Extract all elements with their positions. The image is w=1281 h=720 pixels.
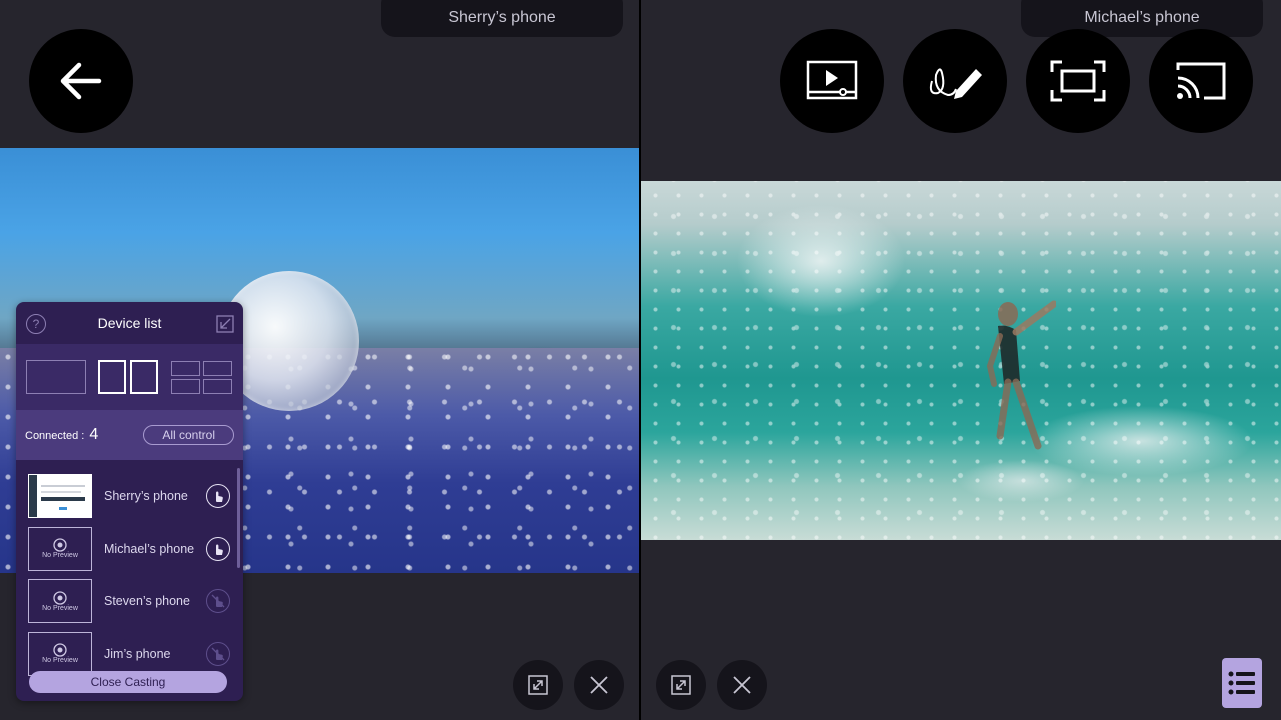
- video-player-button[interactable]: [780, 29, 884, 133]
- cast-icon: [1176, 62, 1226, 100]
- right-device-name: Michael’s phone: [1084, 8, 1200, 26]
- help-icon[interactable]: ?: [26, 314, 46, 334]
- device-list-menu-button[interactable]: [1222, 658, 1262, 708]
- fullscreen-icon: [1050, 60, 1106, 102]
- eye-icon: [53, 591, 67, 605]
- device-row-sherry[interactable]: Sherry’s phone: [16, 470, 243, 523]
- left-close-button[interactable]: [574, 660, 624, 710]
- close-casting-button[interactable]: Close Casting: [29, 671, 227, 693]
- no-preview-label: No Preview: [42, 552, 78, 560]
- device-list-panel: ? Device list Connected : 4 All control: [16, 302, 243, 701]
- back-button[interactable]: [29, 29, 133, 133]
- right-cast-image: [641, 181, 1281, 540]
- left-device-name-tab: Sherry’s phone: [381, 0, 623, 37]
- expand-icon: [528, 675, 548, 695]
- eye-icon: [53, 538, 67, 552]
- device-row-steven[interactable]: No Preview Steven’s phone: [16, 575, 243, 628]
- left-expand-button[interactable]: [513, 660, 563, 710]
- touch-control-icon[interactable]: [206, 536, 230, 561]
- right-cast-pane: Michael’s phone: [641, 0, 1281, 720]
- cast-button[interactable]: [1149, 29, 1253, 133]
- device-list-title: Device list: [97, 315, 162, 331]
- right-expand-button[interactable]: [656, 660, 706, 710]
- surfer-figure: [986, 300, 1056, 450]
- no-preview-label: No Preview: [42, 657, 78, 665]
- layout-single[interactable]: [26, 360, 87, 394]
- expand-icon: [671, 675, 691, 695]
- connected-row: Connected : 4 All control: [16, 410, 243, 460]
- connected-status: Connected : 4: [25, 426, 98, 444]
- close-icon: [733, 676, 751, 694]
- connected-label: Connected :: [25, 430, 85, 442]
- right-close-button[interactable]: [717, 660, 767, 710]
- draw-button[interactable]: [903, 29, 1007, 133]
- device-row-michael[interactable]: No Preview Michael’s phone: [16, 523, 243, 576]
- device-no-preview-thumbnail: No Preview: [28, 526, 92, 571]
- touch-control-disabled-icon[interactable]: [206, 589, 230, 614]
- device-no-preview-thumbnail: No Preview: [28, 631, 92, 676]
- device-list-header: ? Device list: [16, 302, 243, 344]
- device-preview-thumbnail: [28, 474, 92, 519]
- device-list[interactable]: Sherry’s phone No Preview Michael’s phon…: [16, 460, 243, 677]
- layout-split-2[interactable]: [98, 360, 159, 394]
- connected-count: 4: [89, 426, 99, 443]
- layout-selector: [16, 344, 243, 410]
- close-icon: [590, 676, 608, 694]
- touch-control-icon[interactable]: [206, 484, 230, 509]
- eye-icon: [53, 643, 67, 657]
- video-player-icon: [806, 60, 858, 100]
- list-menu-icon: [1228, 671, 1255, 695]
- right-device-name-tab: Michael’s phone: [1021, 0, 1263, 37]
- device-row-jim[interactable]: No Preview Jim’s phone: [16, 628, 243, 678]
- device-no-preview-thumbnail: No Preview: [28, 579, 92, 624]
- left-device-name: Sherry’s phone: [448, 8, 556, 26]
- fullscreen-button[interactable]: [1026, 29, 1130, 133]
- no-preview-label: No Preview: [42, 604, 78, 612]
- layout-grid-4[interactable]: [170, 360, 233, 394]
- minimize-icon[interactable]: [216, 315, 234, 333]
- touch-control-disabled-icon[interactable]: [206, 641, 230, 666]
- draw-pen-icon: [929, 68, 982, 99]
- back-arrow-icon: [60, 62, 102, 100]
- all-control-button[interactable]: All control: [143, 425, 234, 445]
